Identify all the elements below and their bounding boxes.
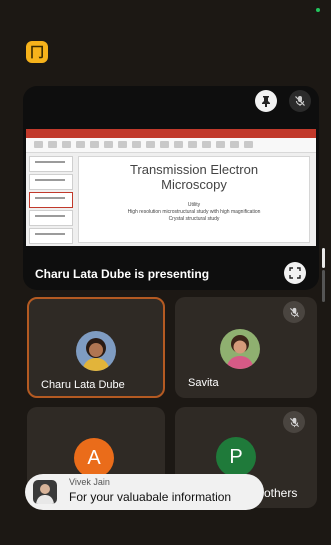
fullscreen-button[interactable] — [284, 262, 306, 284]
slide-bullet: Utility — [187, 202, 201, 208]
scrollbar-track[interactable] — [322, 270, 325, 302]
ppt-title-bar — [26, 129, 316, 138]
status-indicator — [316, 8, 320, 12]
participant-tile[interactable]: Charu Lata Dube — [27, 297, 165, 398]
avatar: A — [74, 438, 114, 478]
participant-tile[interactable]: Savita — [175, 297, 317, 398]
shared-slide: Transmission Electron Microscopy Utility… — [26, 129, 316, 246]
meeting-info-icon: 冂 — [30, 45, 44, 61]
avatar — [220, 329, 260, 369]
participant-name: Savita — [188, 377, 219, 389]
slide-title: Transmission Electron Microscopy — [129, 162, 259, 192]
presentation-view[interactable]: Transmission Electron Microscopy Utility… — [23, 86, 319, 290]
presenter-label: Charu Lata Dube is presenting — [35, 267, 210, 281]
sender-avatar — [33, 480, 57, 504]
avatar: P — [216, 437, 256, 477]
participant-mic-off — [283, 411, 305, 433]
participant-mic-off — [283, 301, 305, 323]
slide-thumbnails — [29, 156, 73, 244]
sender-name: Vivek Jain — [69, 477, 110, 487]
pin-button[interactable] — [255, 90, 277, 112]
mic-off-icon — [289, 307, 299, 317]
pin-icon — [262, 96, 270, 107]
scrollbar-thumb[interactable] — [322, 248, 325, 268]
chat-notification[interactable]: Vivek Jain For your valuabale informatio… — [25, 474, 264, 510]
notification-message: For your valuabale information — [69, 490, 232, 504]
others-label[interactable]: others — [264, 486, 297, 500]
slide-page: Transmission Electron Microscopy Utility… — [78, 156, 310, 243]
slide-bullets: Utility High resolution microstructural … — [79, 202, 309, 223]
ppt-ribbon — [26, 138, 316, 153]
meeting-info-button[interactable]: 冂 — [26, 41, 48, 63]
slide-bullet: High resolution microstructural study wi… — [127, 209, 261, 215]
participant-name: Charu Lata Dube — [41, 379, 125, 391]
slide-bullet: Crystal structural study — [168, 216, 220, 222]
mic-off-icon — [289, 417, 299, 427]
mic-off-icon — [295, 96, 305, 106]
fullscreen-icon — [289, 267, 301, 279]
presenter-mic-off-button[interactable] — [289, 90, 311, 112]
avatar — [76, 331, 116, 371]
